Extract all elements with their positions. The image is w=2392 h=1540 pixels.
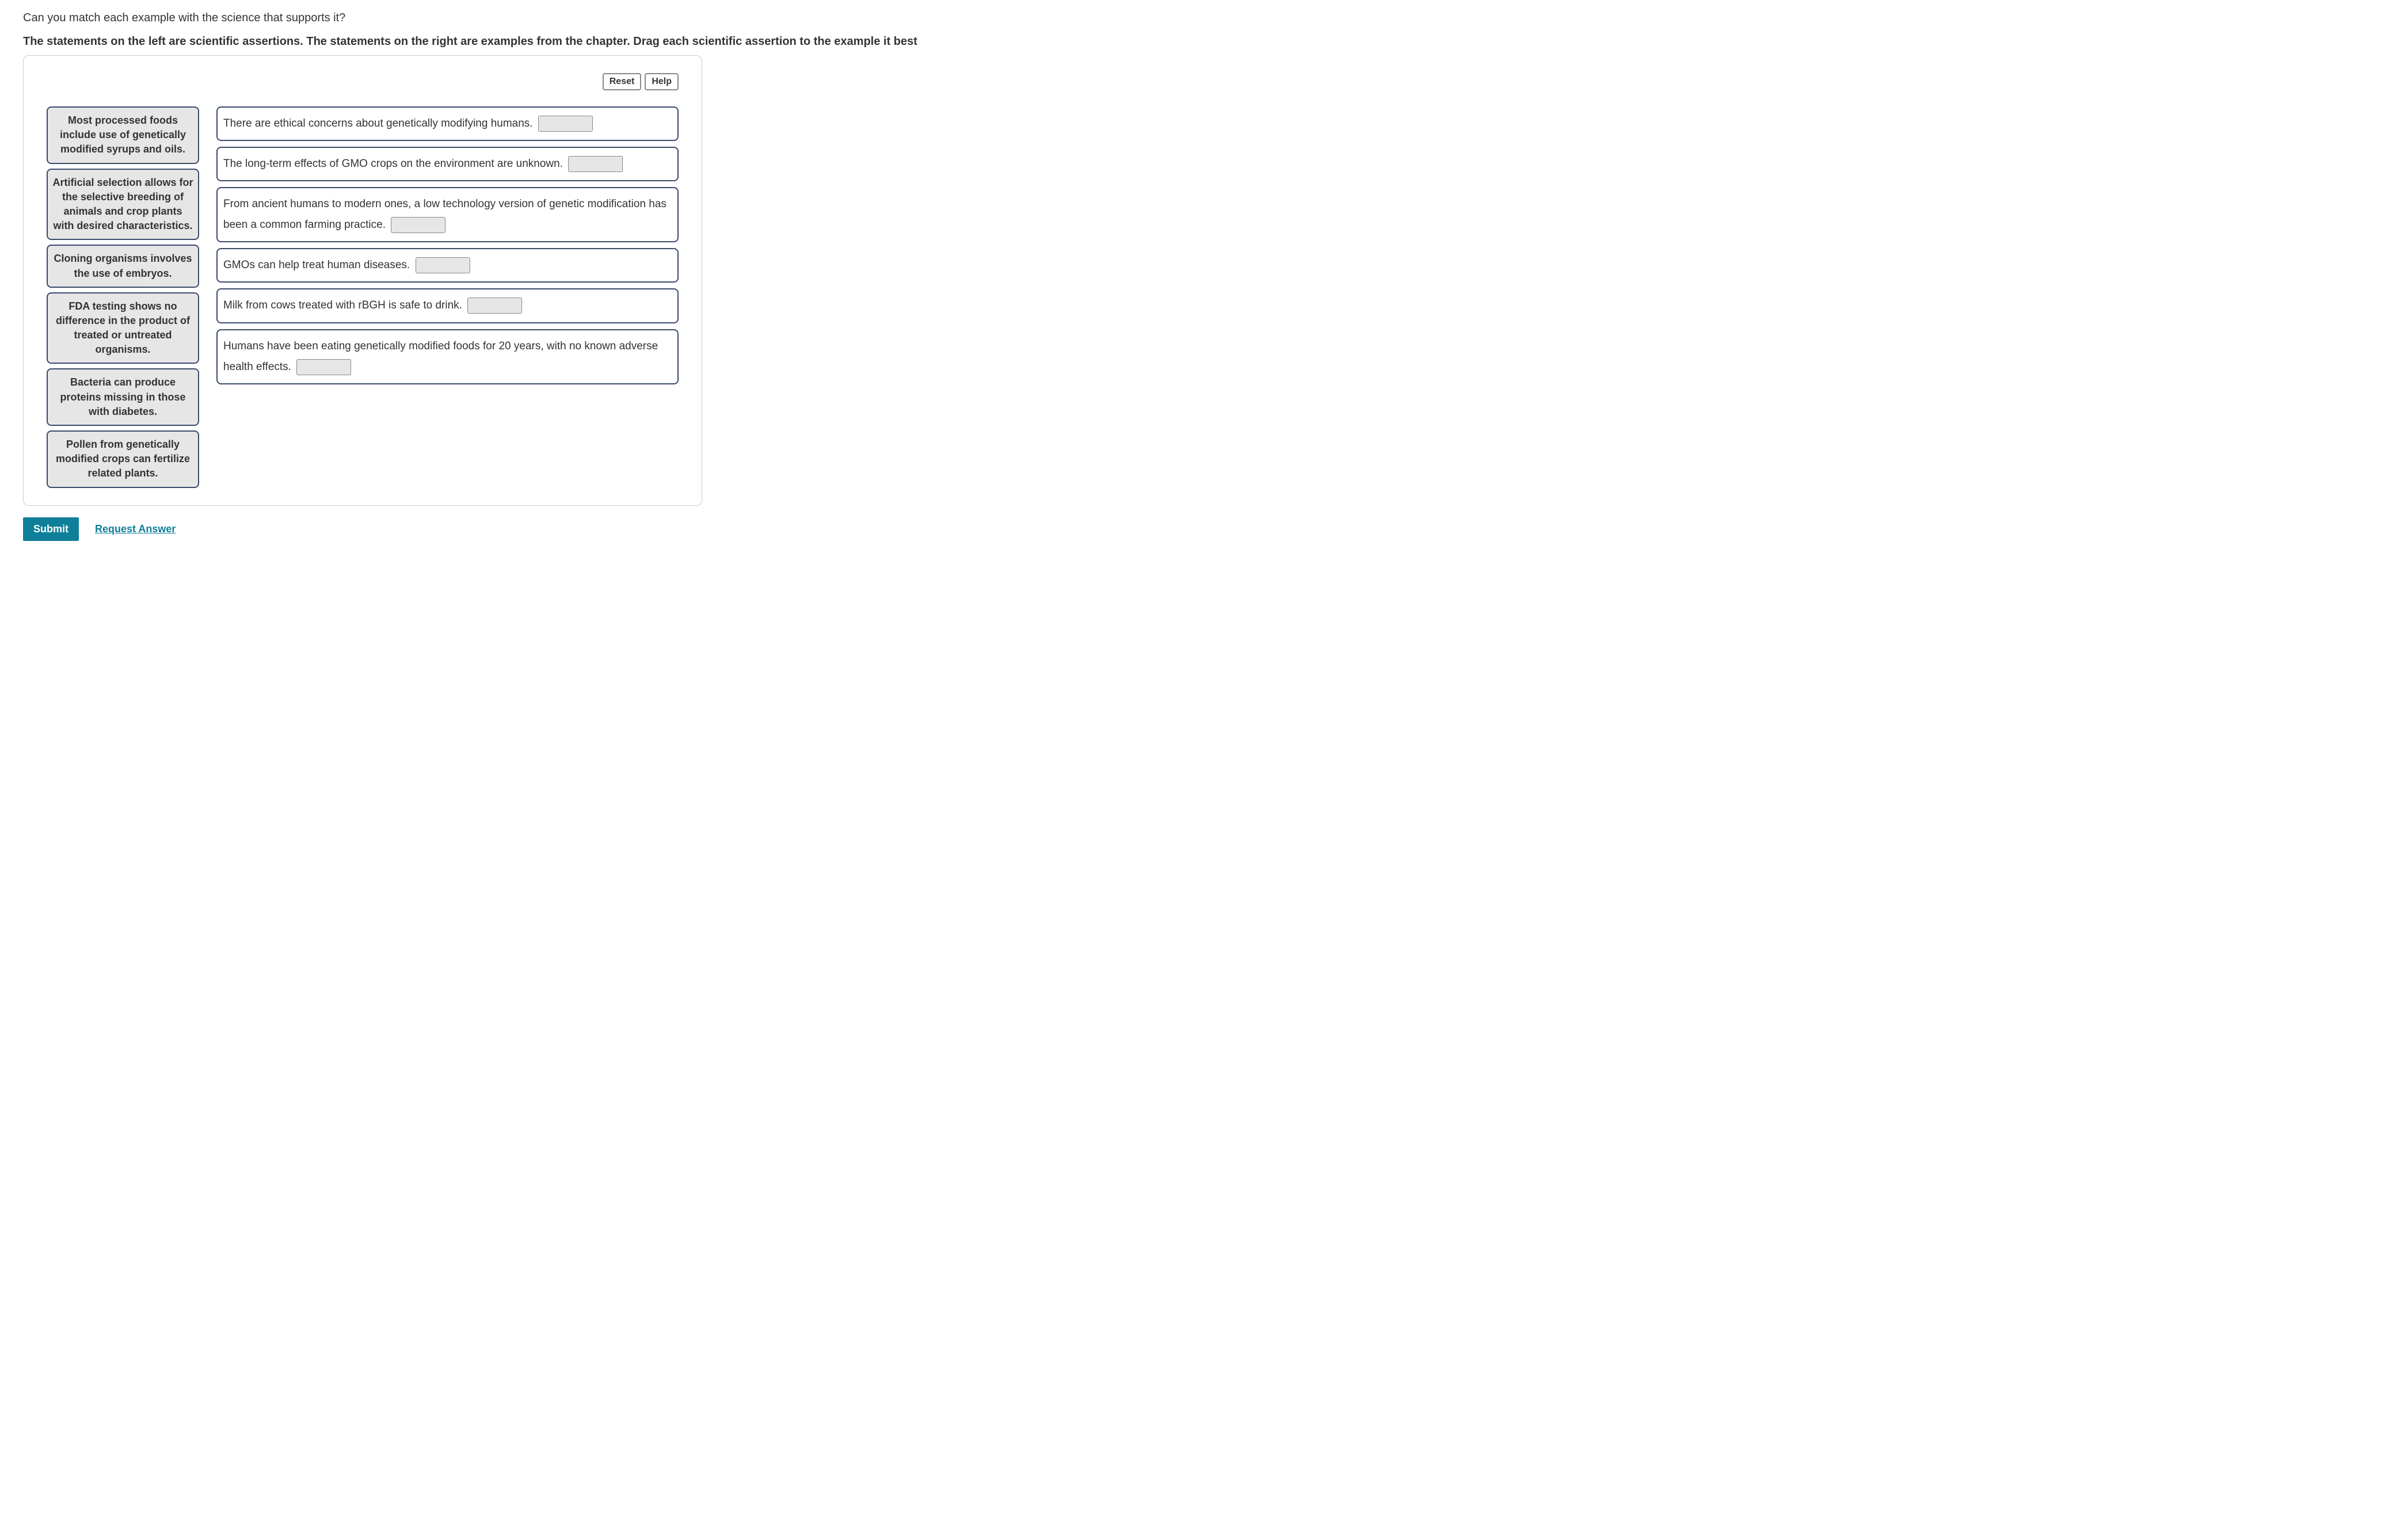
assertion-item[interactable]: FDA testing shows no difference in the p… xyxy=(47,292,199,364)
target-item: Milk from cows treated with rBGH is safe… xyxy=(216,288,679,323)
target-text: The long-term effects of GMO crops on th… xyxy=(223,158,563,170)
actions-row: Submit Request Answer xyxy=(23,517,2369,541)
drop-zone[interactable] xyxy=(296,359,351,375)
target-text: GMOs can help treat human diseases. xyxy=(223,259,410,271)
reset-button[interactable]: Reset xyxy=(603,73,642,90)
target-item: GMOs can help treat human diseases. xyxy=(216,248,679,283)
assertion-item[interactable]: Most processed foods include use of gene… xyxy=(47,106,199,164)
drop-zone[interactable] xyxy=(538,116,593,132)
drop-zone[interactable] xyxy=(568,156,623,172)
assertion-item[interactable]: Artificial selection allows for the sele… xyxy=(47,169,199,241)
question-text: Can you match each example with the scie… xyxy=(23,12,2369,25)
drag-area: Most processed foods include use of gene… xyxy=(47,106,679,488)
instruction-text: The statements on the left are scientifi… xyxy=(23,35,2369,48)
drop-zone[interactable] xyxy=(467,298,522,314)
target-item: From ancient humans to modern ones, a lo… xyxy=(216,187,679,242)
target-item: There are ethical concerns about genetic… xyxy=(216,106,679,141)
target-item: The long-term effects of GMO crops on th… xyxy=(216,147,679,181)
assertion-item[interactable]: Bacteria can produce proteins missing in… xyxy=(47,368,199,426)
workspace-panel: Reset Help Most processed foods include … xyxy=(23,55,702,506)
targets-column: There are ethical concerns about genetic… xyxy=(216,106,679,384)
assertion-item[interactable]: Pollen from genetically modified crops c… xyxy=(47,430,199,488)
target-item: Humans have been eating genetically modi… xyxy=(216,329,679,384)
submit-button[interactable]: Submit xyxy=(23,517,79,541)
target-text: Humans have been eating genetically modi… xyxy=(223,340,658,373)
assertion-item[interactable]: Cloning organisms involves the use of em… xyxy=(47,245,199,287)
top-buttons-row: Reset Help xyxy=(47,73,679,90)
drop-zone[interactable] xyxy=(391,217,445,233)
target-text: There are ethical concerns about genetic… xyxy=(223,117,533,129)
assertions-column: Most processed foods include use of gene… xyxy=(47,106,199,488)
request-answer-link[interactable]: Request Answer xyxy=(95,523,176,535)
help-button[interactable]: Help xyxy=(645,73,679,90)
target-text: Milk from cows treated with rBGH is safe… xyxy=(223,299,462,311)
drop-zone[interactable] xyxy=(416,257,470,273)
